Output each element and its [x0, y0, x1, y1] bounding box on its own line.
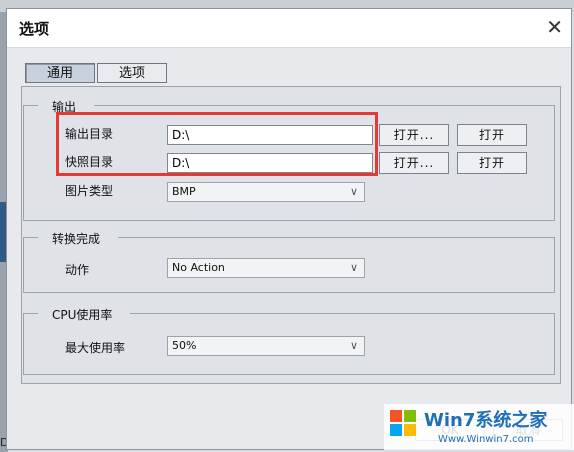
output-dir-browse-button[interactable]: 打开...	[379, 124, 449, 146]
watermark-brand: Win7系统之家	[424, 409, 548, 431]
output-dir-field[interactable]	[167, 125, 373, 145]
image-type-label: 图片类型	[65, 184, 114, 198]
snapshot-dir-label: 快照目录	[65, 155, 114, 169]
options-dialog: 选项 ✕ 通用 选项 输出 输出目录 打开... 打开 快照目录 打开... 打…	[6, 8, 572, 450]
max-usage-label: 最大使用率	[65, 341, 126, 355]
output-dir-label: 输出目录	[65, 127, 114, 141]
max-usage-select[interactable]: 50% ∨	[167, 336, 365, 356]
snapshot-dir-field[interactable]	[167, 153, 373, 173]
snapshot-dir-open-button[interactable]: 打开	[457, 152, 527, 174]
output-group-title: 输出	[38, 98, 95, 115]
action-value: No Action	[172, 261, 225, 274]
action-label: 动作	[65, 263, 90, 277]
watermark-url: Www.Winwin7.com	[438, 434, 533, 445]
max-usage-value: 50%	[172, 339, 197, 352]
chevron-down-icon: ∨	[349, 261, 358, 274]
snapshot-dir-browse-button[interactable]: 打开...	[379, 152, 449, 174]
image-type-select[interactable]: BMP ∨	[167, 182, 365, 202]
cpu-usage-group-title: CPU使用率	[38, 306, 131, 323]
chevron-down-icon: ∨	[349, 339, 358, 352]
dialog-titlebar[interactable]: 选项 ✕	[7, 9, 571, 48]
dialog-title: 选项	[19, 20, 50, 38]
action-select[interactable]: No Action ∨	[167, 258, 365, 278]
conversion-done-group-title: 转换完成	[38, 230, 119, 247]
watermark-logo: Win7系统之家 Www.Winwin7.com	[384, 404, 574, 450]
close-icon[interactable]: ✕	[546, 16, 563, 38]
output-dir-open-button[interactable]: 打开	[457, 124, 527, 146]
tab-options[interactable]: 选项	[97, 63, 167, 83]
tab-general[interactable]: 通用	[25, 63, 95, 83]
image-type-value: BMP	[172, 185, 196, 198]
chevron-down-icon: ∨	[349, 185, 358, 198]
